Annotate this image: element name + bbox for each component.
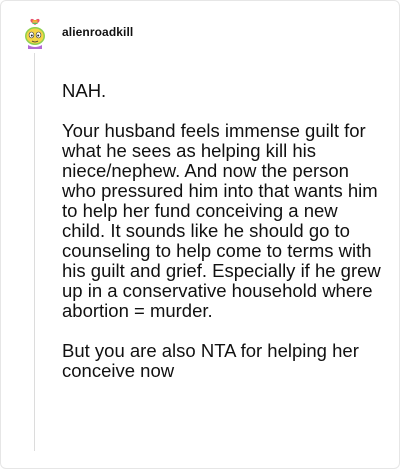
username[interactable]: alienroadkill (62, 25, 133, 39)
reply-card: alienroadkill NAH. Your husband feels im… (0, 0, 400, 469)
post-paragraph: NAH. (62, 80, 107, 101)
avatar[interactable] (22, 15, 48, 49)
post-paragraph: Your husband feels immense guilt for wha… (62, 120, 381, 321)
thread-line (34, 53, 35, 451)
alien-avatar-icon (25, 18, 45, 49)
post-body: NAH. Your husband feels immense guilt fo… (62, 81, 382, 401)
post-paragraph: But you are also NTA for helping her con… (62, 340, 359, 381)
